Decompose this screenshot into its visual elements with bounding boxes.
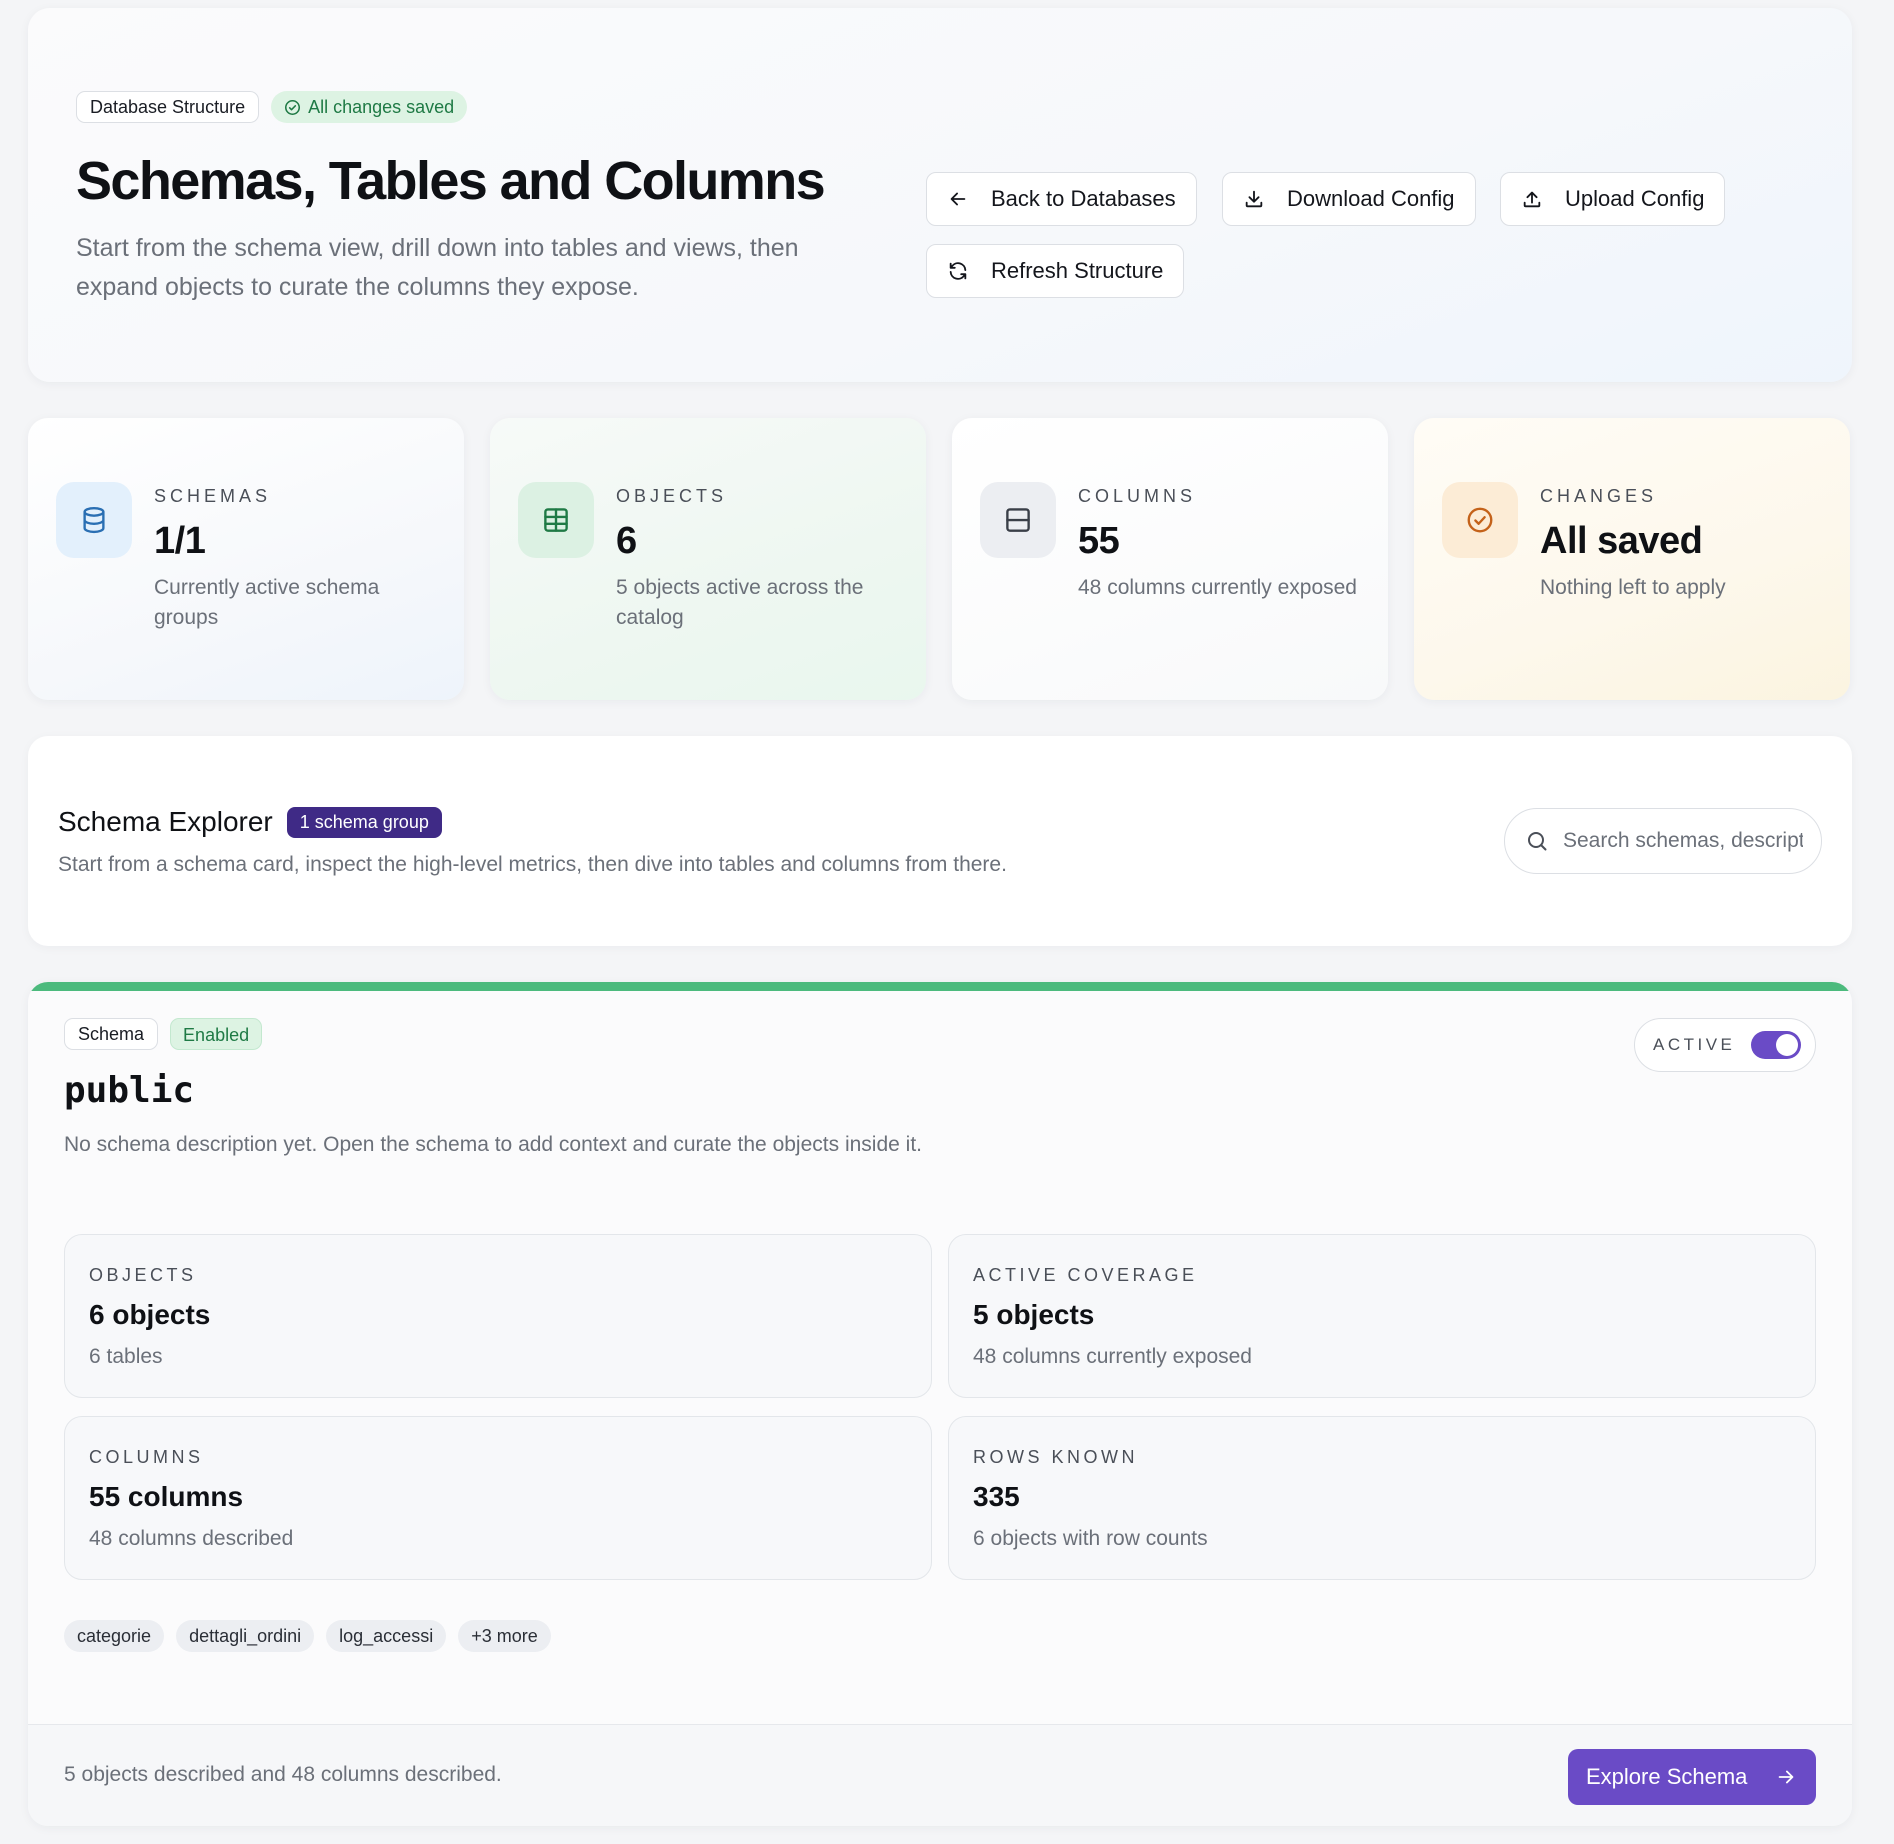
upload-icon bbox=[1521, 188, 1543, 210]
metric-subtext: 6 tables bbox=[89, 1345, 163, 1368]
section-badge: Database Structure bbox=[76, 91, 260, 123]
active-toggle-label: ACTIVE bbox=[1653, 1035, 1736, 1054]
refresh-icon bbox=[947, 260, 969, 282]
upload-button-label: Upload Config bbox=[1565, 186, 1705, 211]
schema-summary-text: 5 objects described and 48 columns descr… bbox=[64, 1763, 502, 1786]
download-icon bbox=[1243, 188, 1265, 210]
active-switch[interactable] bbox=[1751, 1031, 1802, 1059]
saved-status-text: All changes saved bbox=[308, 97, 455, 117]
upload-config-button[interactable]: Upload Config bbox=[1500, 172, 1726, 226]
explore-schema-button[interactable]: Explore Schema bbox=[1568, 1749, 1816, 1805]
arrow-left-icon bbox=[947, 188, 969, 210]
back-button-label: Back to Databases bbox=[991, 186, 1176, 211]
switch-knob bbox=[1776, 1034, 1799, 1056]
schema-card-footer: 5 objects described and 48 columns descr… bbox=[28, 1724, 1852, 1826]
stat-label: SCHEMAS bbox=[154, 486, 272, 506]
explorer-description: Start from a schema card, inspect the hi… bbox=[58, 853, 1007, 876]
stat-label: OBJECTS bbox=[616, 486, 728, 506]
metric-rows-known: ROWS KNOWN 335 6 objects with row counts bbox=[948, 1416, 1816, 1580]
search-input[interactable] bbox=[1563, 829, 1803, 853]
metric-subtext: 6 objects with row counts bbox=[973, 1527, 1208, 1550]
back-to-databases-button[interactable]: Back to Databases bbox=[926, 172, 1197, 226]
table-chip[interactable]: log_accessi bbox=[326, 1620, 447, 1652]
more-tables-chip[interactable]: +3 more bbox=[458, 1620, 551, 1652]
schema-name: public bbox=[64, 1070, 195, 1111]
metric-subtext: 48 columns currently exposed bbox=[973, 1345, 1252, 1368]
schema-active-toggle[interactable]: ACTIVE bbox=[1634, 1018, 1816, 1072]
table-chip[interactable]: dettagli_ordini bbox=[176, 1620, 315, 1652]
header-badges: Database Structure All changes saved bbox=[76, 91, 468, 123]
metric-label: ACTIVE COVERAGE bbox=[973, 1265, 1198, 1285]
schema-search[interactable] bbox=[1504, 808, 1822, 874]
schema-enabled-badge: Enabled bbox=[170, 1018, 263, 1050]
download-config-button[interactable]: Download Config bbox=[1222, 172, 1476, 226]
stat-description: 48 columns currently exposed bbox=[1078, 576, 1357, 599]
schema-explorer-panel: Schema Explorer 1 schema group Start fro… bbox=[28, 736, 1852, 946]
metric-value: 6 objects bbox=[89, 1299, 211, 1330]
explorer-title: Schema Explorer bbox=[58, 806, 273, 837]
metric-value: 335 bbox=[973, 1481, 1020, 1512]
schema-description: No schema description yet. Open the sche… bbox=[64, 1133, 922, 1156]
stat-value: 6 bbox=[616, 520, 637, 562]
check-circle-icon bbox=[284, 99, 301, 116]
metric-objects: OBJECTS 6 objects 6 tables bbox=[64, 1234, 932, 1398]
columns-icon bbox=[980, 482, 1056, 558]
schema-group-count-badge: 1 schema group bbox=[286, 806, 442, 838]
schema-status-bar bbox=[28, 982, 1852, 991]
table-chip[interactable]: categorie bbox=[64, 1620, 165, 1652]
table-icon bbox=[518, 482, 594, 558]
stat-card-schemas: SCHEMAS 1/1 Currently active schema grou… bbox=[28, 418, 464, 700]
stat-value: 55 bbox=[1078, 520, 1120, 562]
metric-subtext: 48 columns described bbox=[89, 1527, 294, 1550]
stat-description: Currently active schema groups bbox=[154, 576, 380, 629]
explorer-heading: Schema Explorer 1 schema group bbox=[58, 806, 442, 838]
metric-value: 5 objects bbox=[973, 1299, 1095, 1330]
stat-label: CHANGES bbox=[1540, 486, 1658, 506]
page-header: Database Structure All changes saved Sch… bbox=[28, 8, 1852, 382]
stat-description: Nothing left to apply bbox=[1540, 576, 1726, 599]
stat-value: 1/1 bbox=[154, 520, 206, 562]
metric-columns: COLUMNS 55 columns 48 columns described bbox=[64, 1416, 932, 1580]
explore-button-label: Explore Schema bbox=[1586, 1764, 1748, 1789]
metric-label: COLUMNS bbox=[89, 1447, 204, 1467]
search-icon bbox=[1525, 829, 1549, 853]
refresh-structure-button[interactable]: Refresh Structure bbox=[926, 244, 1185, 298]
database-icon bbox=[56, 482, 132, 558]
metric-active-coverage: ACTIVE COVERAGE 5 objects 48 columns cur… bbox=[948, 1234, 1816, 1398]
schema-badges: Schema Enabled bbox=[64, 1018, 263, 1050]
page-description: Start from the schema view, drill down i… bbox=[76, 234, 799, 301]
metric-value: 55 columns bbox=[89, 1481, 244, 1512]
stat-value: All saved bbox=[1540, 520, 1703, 562]
check-circle-icon bbox=[1442, 482, 1518, 558]
arrow-right-icon bbox=[1775, 1766, 1797, 1788]
metric-label: OBJECTS bbox=[89, 1265, 197, 1285]
saved-status-badge: All changes saved bbox=[271, 91, 468, 123]
schema-type-badge: Schema bbox=[64, 1018, 159, 1050]
table-chips: categorie dettagli_ordini log_accessi +3… bbox=[64, 1620, 551, 1652]
stat-card-changes: CHANGES All saved Nothing left to apply bbox=[1414, 418, 1850, 700]
stat-label: COLUMNS bbox=[1078, 486, 1197, 506]
stat-description: 5 objects active across the catalog bbox=[616, 576, 864, 629]
schema-card: Schema Enabled ACTIVE public No schema d… bbox=[28, 982, 1852, 1826]
refresh-button-label: Refresh Structure bbox=[991, 258, 1164, 283]
download-button-label: Download Config bbox=[1287, 186, 1455, 211]
stat-card-columns: COLUMNS 55 48 columns currently exposed bbox=[952, 418, 1388, 700]
stat-card-objects: OBJECTS 6 5 objects active across the ca… bbox=[490, 418, 926, 700]
page-title: Schemas, Tables and Columns bbox=[76, 151, 826, 211]
metric-label: ROWS KNOWN bbox=[973, 1447, 1138, 1467]
